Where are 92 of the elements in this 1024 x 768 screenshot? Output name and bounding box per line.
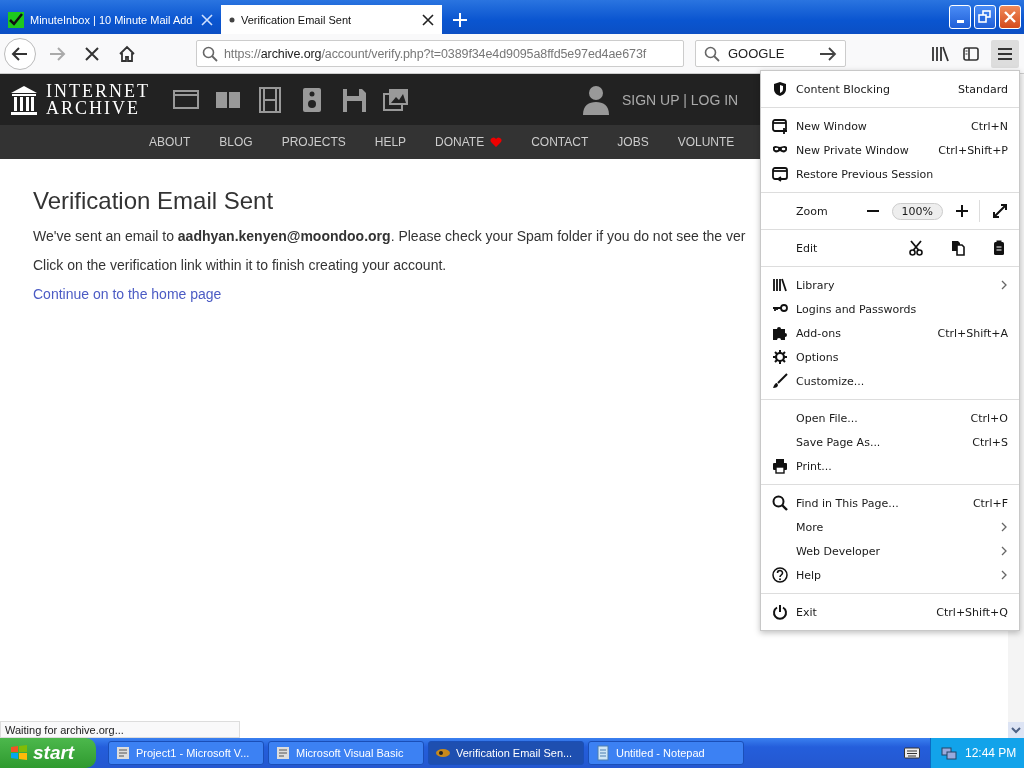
scissors-icon[interactable] [909, 240, 923, 256]
restore-icon [977, 9, 993, 25]
sidebar-icon[interactable] [963, 45, 979, 62]
taskbar-button[interactable]: Untitled - Notepad [588, 741, 744, 765]
stop-icon[interactable] [84, 45, 100, 62]
menu-item[interactable]: Content Blocking Standard [761, 77, 1019, 101]
menu-item[interactable]: Save Page As... Ctrl+S [761, 430, 1019, 454]
gear-icon [772, 349, 788, 365]
go-arrow-icon [819, 45, 837, 62]
clock: 12:44 PM [965, 746, 1017, 760]
copy-icon[interactable] [951, 240, 965, 256]
site-logo-text: INTERNET ARCHIVE [46, 82, 150, 117]
restore-button[interactable] [974, 5, 996, 29]
app-window-icon [275, 745, 291, 761]
menu-item[interactable]: Find in This Page... Ctrl+F [761, 491, 1019, 515]
search-field[interactable]: GOOGLE [695, 40, 846, 67]
menu-item[interactable]: Logins and Passwords [761, 297, 1019, 321]
clipboard-icon[interactable] [993, 240, 1005, 256]
puzzle-icon [772, 325, 788, 341]
plus-icon[interactable] [955, 204, 969, 218]
search-icon [704, 45, 720, 62]
body-text: Click on the verification link within it to finish creating your account. [33, 257, 447, 273]
chevron-right-icon [1000, 569, 1008, 581]
shield-icon [772, 81, 788, 97]
account-link[interactable]: SIGN UP | LOG IN [622, 91, 739, 108]
taskbar-button[interactable]: Verification Email Sen... [428, 741, 584, 765]
keyboard-icon[interactable] [904, 747, 920, 759]
zoom-label: Zoom [796, 204, 829, 218]
nav-link[interactable]: PROJECTS [281, 135, 346, 149]
temple-icon [10, 84, 38, 115]
menu-item[interactable]: Help [761, 563, 1019, 587]
home-page-link[interactable]: Continue on to the home page [33, 286, 222, 302]
status-text: Waiting for archive.org... [0, 721, 240, 738]
taskbar-button[interactable]: Microsoft Visual Basic [268, 741, 424, 765]
film-icon[interactable] [256, 85, 284, 114]
brush-icon [772, 373, 788, 389]
menu-item[interactable]: Customize... [761, 369, 1019, 393]
nav-link[interactable]: VOLUNTE [677, 135, 735, 149]
chevron-right-icon [1000, 545, 1008, 557]
back-button[interactable] [4, 37, 36, 70]
menu-item[interactable]: New Private Window Ctrl+Shift+P [761, 138, 1019, 162]
nav-link[interactable]: JOBS [617, 135, 649, 149]
search-icon [772, 495, 788, 511]
window-plus-icon [772, 118, 788, 134]
back-arrow-icon [11, 44, 29, 63]
close-icon[interactable] [422, 13, 434, 26]
home-icon[interactable] [118, 44, 136, 63]
books-icon [772, 277, 788, 293]
menu-item[interactable]: Restore Previous Session [761, 162, 1019, 186]
fullscreen-icon[interactable] [992, 203, 1008, 219]
heart-icon [490, 137, 503, 147]
nav-link[interactable]: ABOUT [149, 135, 191, 149]
body-text: We've sent an email to aadhyan.kenyen@moondoo.org. Please check your Spam folder if you do not see the ver [33, 228, 746, 244]
address-field[interactable]: https://archive.org/account/verify.php?t=0389f34e4d9095a8ffd5e97ed4ae673f [196, 40, 684, 67]
notepad-icon [595, 745, 611, 761]
app-window-icon [115, 745, 131, 761]
browser-tab[interactable]: MinuteInbox | 10 Minute Mail Add [0, 5, 221, 34]
menu-item[interactable]: Open File... Ctrl+O [761, 406, 1019, 430]
nav-link[interactable]: DONATE [435, 135, 503, 149]
menu-item[interactable]: Exit Ctrl+Shift+Q [761, 600, 1019, 624]
close-button[interactable] [999, 5, 1021, 29]
nav-link[interactable]: HELP [374, 135, 407, 149]
menu-item[interactable]: Options [761, 345, 1019, 369]
minimize-icon [956, 20, 964, 23]
menu-item[interactable]: New Window Ctrl+N [761, 114, 1019, 138]
menu-icon [997, 46, 1013, 61]
power-icon [772, 604, 788, 620]
close-icon [1002, 9, 1018, 25]
new-tab-icon[interactable] [452, 12, 468, 28]
chevron-right-icon [1000, 521, 1008, 533]
menu-item[interactable]: Library [761, 273, 1019, 297]
menu-item[interactable]: Print... [761, 454, 1019, 478]
user-icon[interactable] [582, 84, 610, 115]
menu-item[interactable]: More [761, 515, 1019, 539]
printer-icon [772, 458, 788, 474]
help-icon [772, 567, 788, 583]
search-icon [202, 45, 218, 62]
page-heading: Verification Email Sent [33, 187, 274, 215]
menu-button[interactable] [991, 39, 1019, 68]
edit-label: Edit [796, 241, 819, 255]
taskbar-button[interactable]: Project1 - Microsoft V... [108, 741, 264, 765]
menu-item[interactable]: Web Developer [761, 539, 1019, 563]
browser-tab[interactable]: Verification Email Sent [221, 5, 442, 34]
network-icon[interactable] [941, 745, 957, 761]
nav-link[interactable]: CONTACT [531, 135, 589, 149]
menu-item[interactable]: Add-ons Ctrl+Shift+A [761, 321, 1019, 345]
nav-link[interactable]: BLOG [219, 135, 253, 149]
library-icon[interactable] [931, 45, 949, 62]
chevron-right-icon [1000, 279, 1008, 291]
zoom-level-button[interactable]: 100% [891, 202, 943, 220]
minimize-button[interactable] [949, 5, 971, 29]
windows-flag-icon [10, 744, 28, 762]
